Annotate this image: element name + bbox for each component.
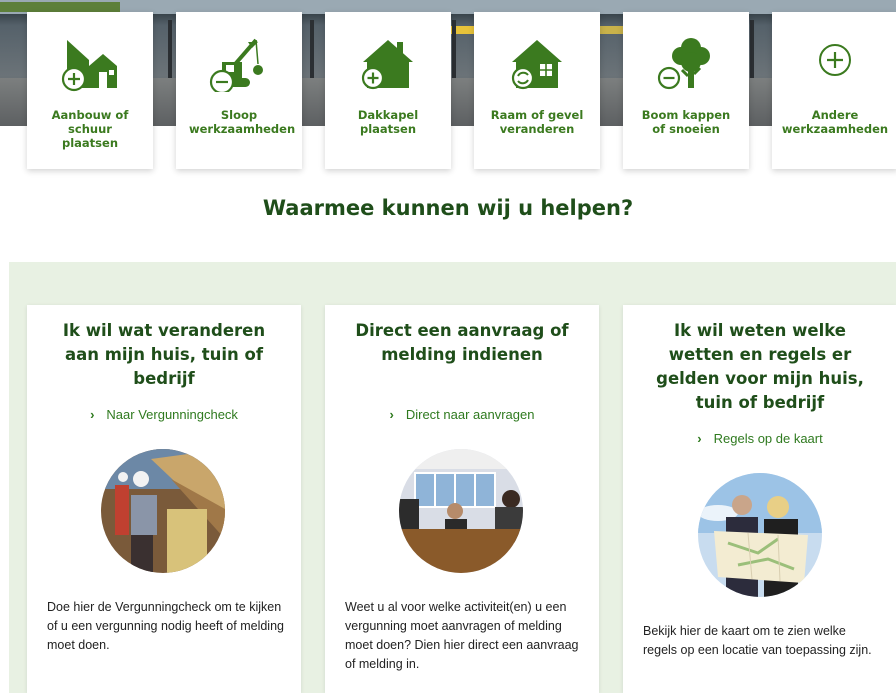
card-title: Direct een aanvraag of melding indienen	[355, 321, 569, 364]
tile-label: Boom kappen of snoeien	[641, 108, 731, 136]
card-vergunningcheck: Ik wil wat veranderen aan mijn huis, tui…	[27, 305, 301, 693]
card-aanvragen: Direct een aanvraag of melding indienen …	[325, 305, 599, 693]
house-dormer-add-icon	[356, 34, 420, 94]
chevron-right-icon: ›	[389, 407, 394, 422]
tile-aanbouw[interactable]: Aanbouw of schuur plaatsen	[27, 12, 153, 169]
tile-sloop[interactable]: Sloop werkzaamheden	[176, 12, 302, 169]
card-regels: Ik wil weten welke wetten en regels er g…	[623, 305, 896, 693]
photo-construction-workers	[101, 449, 225, 573]
photo-service-desk	[399, 449, 523, 573]
card-body: Weet u al voor welke activiteit(en) u ee…	[345, 600, 579, 671]
card-title: Ik wil wat veranderen aan mijn huis, tui…	[62, 321, 266, 388]
tile-dakkapel[interactable]: Dakkapel plaatsen	[325, 12, 451, 169]
link-regels-op-de-kaart[interactable]: › Regels op de kaart	[623, 431, 896, 446]
tile-boom[interactable]: Boom kappen of snoeien	[623, 12, 749, 169]
chevron-right-icon: ›	[697, 431, 702, 446]
card-body: Doe hier de Vergunningcheck om te kijken…	[47, 600, 284, 652]
tile-label: Raam of gevel veranderen	[490, 108, 584, 136]
chevron-right-icon: ›	[90, 407, 95, 422]
tile-raam[interactable]: Raam of gevel veranderen	[474, 12, 600, 169]
photo-people-with-map	[698, 473, 822, 597]
page-heading: Waarmee kunnen wij u helpen?	[262, 196, 634, 220]
house-extension-add-icon	[58, 34, 122, 94]
card-body: Bekijk hier de kaart om te zien welke re…	[643, 624, 872, 657]
tile-label: Aanbouw of schuur plaatsen	[51, 108, 129, 150]
tree-remove-icon	[654, 34, 718, 94]
house-window-change-icon	[505, 34, 569, 94]
tile-label: Andere werkzaamheden	[781, 108, 889, 136]
demolition-crane-icon	[207, 34, 271, 94]
tile-label: Dakkapel plaatsen	[357, 108, 419, 136]
plus-circle-icon	[803, 34, 867, 94]
link-vergunningcheck[interactable]: › Naar Vergunningcheck	[27, 407, 301, 422]
link-aanvragen[interactable]: › Direct naar aanvragen	[325, 407, 599, 422]
tile-label: Sloop werkzaamheden	[189, 108, 296, 136]
tile-andere[interactable]: Andere werkzaamheden	[772, 12, 896, 169]
card-title: Ik wil weten welke wetten en regels er g…	[656, 321, 864, 412]
